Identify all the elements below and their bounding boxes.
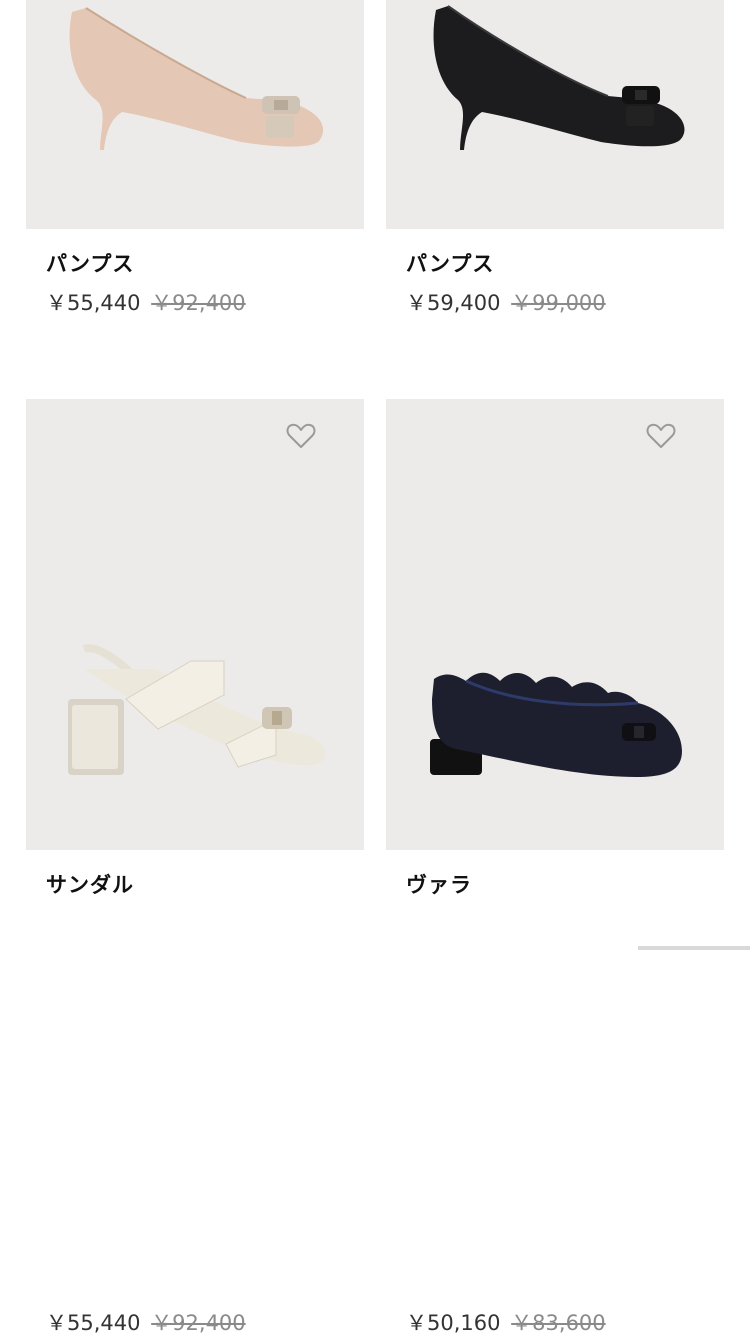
product-name[interactable]: パンプス [46, 248, 134, 278]
product-image[interactable] [386, 399, 724, 850]
product-card[interactable]: パンプス ￥59,400 ￥99,000 [386, 0, 724, 315]
sale-price: ￥50,160 [406, 1311, 501, 1335]
original-price: ￥83,600 [511, 1311, 606, 1335]
product-image[interactable] [26, 0, 364, 229]
product-card[interactable]: パンプス ￥55,440 ￥92,400 [26, 0, 364, 315]
nude-pump-image [69, 7, 324, 150]
product-image[interactable] [26, 399, 364, 850]
product-card[interactable]: サンダル ￥55,440 ￥92,400 [26, 399, 364, 1335]
product-price: ￥55,440 ￥92,400 [46, 1307, 246, 1337]
navy-flat-image [430, 672, 682, 777]
product-name[interactable]: サンダル [46, 869, 134, 899]
sale-price: ￥55,440 [46, 1311, 141, 1335]
product-price: ￥55,440 ￥92,400 [46, 287, 246, 317]
original-price: ￥92,400 [151, 1311, 246, 1335]
sale-price: ￥55,440 [46, 291, 141, 315]
product-card[interactable]: ヴァラ ￥50,160 ￥83,600 [386, 399, 724, 1335]
product-name[interactable]: ヴァラ [406, 869, 472, 899]
original-price: ￥92,400 [151, 291, 246, 315]
sale-price: ￥59,400 [406, 291, 501, 315]
product-price: ￥59,400 ￥99,000 [406, 287, 606, 317]
black-pump-image [433, 5, 685, 150]
product-name[interactable]: パンプス [406, 248, 494, 278]
product-image[interactable] [386, 0, 724, 229]
scroll-indicator [638, 946, 750, 950]
white-sandal-image [68, 644, 326, 775]
original-price: ￥99,000 [511, 291, 606, 315]
product-price: ￥50,160 ￥83,600 [406, 1307, 606, 1337]
